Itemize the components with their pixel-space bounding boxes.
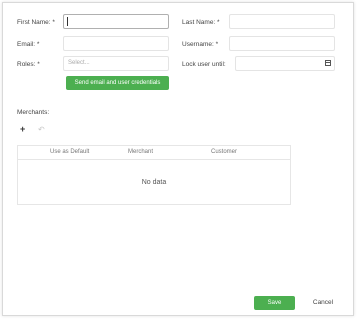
table-header: Use as Default Merchant Customer: [18, 146, 290, 160]
first-name-label: First Name: *: [17, 19, 55, 26]
empty-state-text: No data: [141, 179, 167, 186]
cancel-button[interactable]: Cancel: [303, 296, 343, 310]
username-field[interactable]: [229, 36, 335, 51]
merchants-label: Merchants:: [17, 109, 50, 116]
email-field[interactable]: [63, 36, 169, 51]
lock-user-until-label: Lock user until:: [182, 61, 226, 68]
merchants-table: Use as Default Merchant Customer No data: [17, 145, 291, 205]
username-label: Username: *: [182, 41, 219, 48]
undo-icon[interactable]: ↶: [38, 125, 45, 134]
column-use-as-default[interactable]: Use as Default: [50, 149, 89, 155]
plus-icon[interactable]: +: [20, 125, 25, 134]
column-customer[interactable]: Customer: [211, 149, 237, 155]
roles-placeholder: Select...: [68, 60, 90, 66]
send-email-button[interactable]: Send email and user credentials: [66, 76, 169, 90]
user-dialog: First Name: * Last Name: * Email: * User…: [2, 2, 354, 316]
save-button[interactable]: Save: [254, 296, 295, 310]
lock-user-until-field[interactable]: [235, 56, 335, 71]
calendar-icon[interactable]: [325, 60, 331, 66]
first-name-field[interactable]: [63, 14, 169, 29]
last-name-label: Last Name: *: [182, 19, 220, 26]
column-merchant[interactable]: Merchant: [128, 149, 153, 155]
last-name-field[interactable]: [229, 14, 335, 29]
roles-select[interactable]: Select...: [63, 56, 169, 71]
email-label: Email: *: [17, 41, 40, 48]
roles-label: Roles: *: [17, 61, 40, 68]
